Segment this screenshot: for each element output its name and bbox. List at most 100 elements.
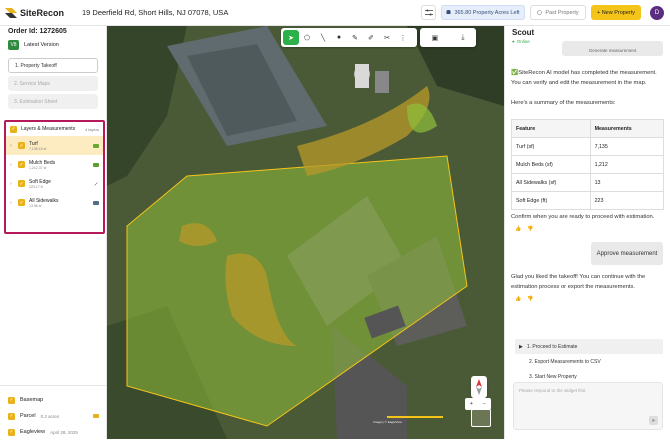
checkbox-icon[interactable]: ✓	[18, 199, 25, 206]
scout-panel: Scout ● Online Generate measurement ✅Site…	[504, 26, 670, 439]
edit-icon: ✎	[352, 34, 358, 42]
layer-measure: 1,212.37 sf	[29, 165, 47, 170]
lasso-tool[interactable]: ⬠	[299, 30, 315, 45]
eagleview-row[interactable]: ✓ Eagleview April 28, 2025	[8, 424, 99, 440]
option-label: 2. Export Measurements to CSV	[529, 358, 601, 365]
line-icon: ╲	[320, 34, 326, 42]
sliders-icon	[424, 9, 433, 16]
export-toolbar: ▣ ⤓	[420, 28, 476, 47]
new-property-label: + New Property	[596, 9, 636, 16]
line-tool[interactable]: ╲	[315, 30, 331, 45]
image-icon[interactable]: ▣	[432, 34, 439, 42]
layer-measure: 7,135.16 sf	[29, 146, 47, 151]
layer-row-all-sidewalks[interactable]: › ✓ All Sidewalks 13.56 sf	[6, 193, 103, 212]
glad-message: Glad you liked the takeoff! You can cont…	[511, 274, 646, 290]
polygon-icon	[93, 143, 99, 148]
siterecon-logo-icon	[5, 7, 17, 18]
thumbs-up-icon[interactable]: 👍	[515, 296, 521, 302]
map-canvas[interactable]: ➤ ⬠ ╲ ● ✎ ✐ ✂ ⋮ ▣ ⤓ + − Imagery © EagleVi…	[107, 26, 504, 439]
pen-icon: ✐	[368, 34, 374, 42]
edit-tool[interactable]: ✎	[347, 30, 363, 45]
parcel-row[interactable]: ✓ Parcel 0.2 acres	[8, 408, 99, 424]
option-export-csv[interactable]: 2. Export Measurements to CSV	[515, 354, 663, 369]
thumbs-up-icon[interactable]: 👍	[515, 226, 521, 232]
checkbox-icon[interactable]: ✓	[8, 428, 15, 436]
approve-message-bubble: Approve measurement	[591, 242, 663, 265]
parcel-label: Parcel	[20, 413, 36, 419]
zoom-out-icon[interactable]: −	[483, 401, 486, 407]
step-service-maps[interactable]: 2. Service Maps	[8, 76, 98, 91]
layer-row-turf[interactable]: › ✓ Turf 7,135.16 sf	[6, 136, 103, 155]
polygon-icon	[93, 200, 99, 205]
basemap-thumbnail[interactable]	[471, 409, 491, 427]
download-icon[interactable]: ⤓	[461, 34, 464, 42]
new-property-button[interactable]: + New Property	[591, 5, 641, 20]
layer-name: All Sidewalks	[29, 197, 59, 204]
version-badge: V8	[8, 40, 19, 50]
app-name: SiteRecon	[20, 7, 65, 18]
checkbox-icon[interactable]: ✓	[18, 142, 25, 149]
acres-label: 365.80 Property Acres Left	[454, 9, 520, 16]
filter-settings-button[interactable]	[421, 5, 436, 20]
option-label: 3. Start New Property	[529, 373, 577, 380]
message-reactions: 👍 👎	[515, 226, 533, 232]
layers-header[interactable]: ✓ Layers & Measurements 4 layers	[6, 122, 103, 136]
checkbox-icon[interactable]: ✓	[18, 161, 25, 168]
scale-bar	[387, 416, 443, 418]
basemap-row[interactable]: ✓ Basemap	[8, 392, 99, 408]
thumbs-down-icon[interactable]: 👎	[527, 296, 533, 302]
user-avatar[interactable]: D	[650, 5, 664, 20]
table-cell: 1,212	[589, 155, 665, 174]
compass-control[interactable]	[471, 376, 487, 398]
checkbox-icon[interactable]: ✓	[18, 180, 25, 187]
option-proceed-estimate[interactable]: ▶ 1. Proceed to Estimate	[515, 339, 663, 354]
chevron-right-icon[interactable]: ›	[10, 143, 14, 149]
table-row: Soft Edge (ft) 223	[511, 191, 665, 210]
history-icon	[537, 10, 543, 15]
checkbox-icon[interactable]: ✓	[10, 125, 17, 133]
chat-input[interactable]: Please respond to the widget first ➤	[513, 382, 663, 430]
pen-tool[interactable]: ✐	[363, 30, 379, 45]
layer-measure: 13.56 sf	[29, 203, 42, 208]
table-cell: 7,135	[589, 137, 665, 156]
chevron-right-icon[interactable]: ›	[10, 181, 14, 187]
measurement-table: Feature Measurements Turf (sf) 7,135 Mulc…	[511, 119, 665, 210]
property-acres-badge[interactable]: 365.80 Property Acres Left	[441, 5, 525, 20]
past-property-button[interactable]: Past Property	[530, 5, 586, 20]
chevron-right-icon[interactable]: ›	[10, 162, 14, 168]
layer-row-mulch-beds[interactable]: › ✓ Mulch Beds 1,212.37 sf	[6, 155, 103, 174]
layers-count: 4 layers	[84, 126, 99, 132]
point-tool[interactable]: ●	[331, 30, 347, 45]
checkbox-icon[interactable]: ✓	[8, 412, 15, 420]
thumbs-down-icon[interactable]: 👎	[527, 226, 533, 232]
database-icon	[446, 10, 451, 14]
table-row: Turf (sf) 7,135	[511, 137, 665, 156]
confirm-message: Confirm when you are ready to proceed wi…	[511, 214, 655, 220]
version-label: Latest Version	[24, 42, 59, 48]
drawing-toolbar: ➤ ⬠ ╲ ● ✎ ✐ ✂ ⋮	[281, 28, 417, 47]
scout-title: Scout	[512, 28, 535, 37]
step-estimation-sheet[interactable]: 3. Estimation Sheet	[8, 94, 98, 109]
table-cell: 223	[589, 191, 665, 210]
cut-tool[interactable]: ✂	[379, 30, 395, 45]
imagery-attribution: Imagery © EagleView	[373, 420, 402, 424]
table-cell: All Sidewalks (sf)	[511, 173, 591, 192]
logo[interactable]: SiteRecon	[0, 7, 82, 18]
table-header: Measurements	[589, 119, 665, 138]
cursor-icon: ➤	[288, 34, 294, 42]
table-header: Feature	[511, 119, 591, 138]
more-tool[interactable]: ⋮	[395, 30, 411, 45]
send-icon: ➤	[651, 417, 656, 424]
chevron-right-icon[interactable]: ›	[10, 200, 14, 206]
version-selector[interactable]: V8 Latest Version	[0, 38, 106, 52]
polygon-icon	[93, 162, 99, 167]
point-icon: ●	[336, 34, 342, 41]
message-reactions: 👍 👎	[515, 296, 533, 302]
checkbox-icon[interactable]: ✓	[8, 396, 15, 404]
select-tool[interactable]: ➤	[283, 30, 299, 45]
chat-input-placeholder: Please respond to the widget first	[519, 388, 586, 393]
layer-row-soft-edge[interactable]: › ✓ Soft Edge 223.17 ft	[6, 174, 103, 193]
zoom-in-icon[interactable]: +	[470, 401, 473, 407]
step-property-takeoff[interactable]: 1. Property Takeoff	[8, 58, 98, 73]
send-button[interactable]: ➤	[649, 416, 658, 425]
